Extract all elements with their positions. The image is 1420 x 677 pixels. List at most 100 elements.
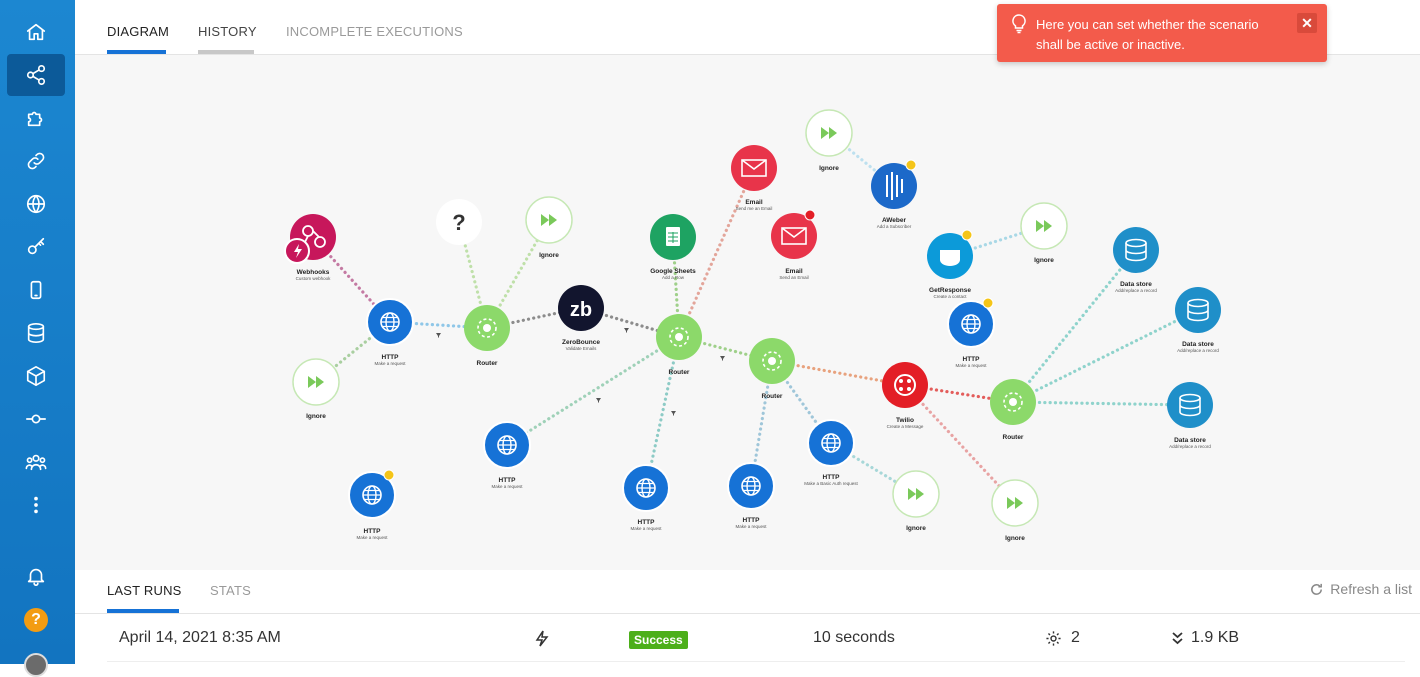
bell-icon bbox=[27, 568, 45, 586]
home-icon bbox=[26, 23, 46, 41]
tab-last-runs-underline bbox=[107, 609, 179, 613]
lightning-icon bbox=[535, 630, 549, 647]
unknown-module[interactable]: ? bbox=[436, 199, 482, 245]
onboarding-toast: Here you can set whether the scenario sh… bbox=[997, 4, 1327, 62]
ignore-label: Ignore bbox=[1005, 535, 1025, 542]
http-module[interactable]: HTTP Make a request bbox=[348, 469, 396, 540]
sidebar-item-data-structures[interactable] bbox=[7, 355, 65, 397]
data-store-module[interactable]: Data store Add/replace a record bbox=[1113, 227, 1159, 293]
zerobounce-module[interactable]: zb ZeroBounce Validate Emails bbox=[558, 285, 604, 351]
google-sheets-module[interactable]: Google Sheets Add a Row bbox=[650, 214, 696, 280]
sidebar-item-webhooks[interactable] bbox=[7, 183, 65, 225]
sidebar-item-team[interactable] bbox=[7, 441, 65, 483]
key-icon bbox=[27, 237, 45, 255]
tab-incomplete-executions[interactable]: INCOMPLETE EXECUTIONS bbox=[286, 24, 463, 39]
tab-stats[interactable]: STATS bbox=[210, 583, 251, 598]
data-store-module[interactable]: Data store Add/replace a record bbox=[1175, 287, 1221, 353]
http-sub: Make a request bbox=[491, 484, 523, 489]
sidebar-item-keys[interactable] bbox=[7, 226, 65, 268]
google-sheets-label: Google Sheets bbox=[650, 268, 696, 275]
getresponse-label: GetResponse bbox=[929, 287, 971, 294]
ignore-module[interactable]: Ignore bbox=[292, 358, 340, 420]
users-icon bbox=[25, 454, 47, 471]
aweber-module[interactable]: AWeber Add a Subscriber bbox=[871, 159, 917, 229]
sidebar-item-connections[interactable] bbox=[7, 140, 65, 182]
http-sub: Make a request bbox=[374, 361, 406, 366]
http-label: HTTP bbox=[638, 519, 656, 526]
webhooks-module[interactable]: Webhooks Custom webhook bbox=[284, 214, 336, 281]
cube-icon bbox=[26, 366, 46, 386]
twilio-module[interactable]: Twilio Create a Message bbox=[882, 362, 928, 429]
tab-last-runs[interactable]: LAST RUNS bbox=[107, 583, 182, 598]
tab-history[interactable]: HISTORY bbox=[198, 24, 257, 39]
sidebar-item-templates[interactable] bbox=[7, 97, 65, 139]
http-sub: Make a request bbox=[630, 526, 662, 531]
http-module[interactable]: HTTP Make a request bbox=[483, 421, 531, 489]
notifications-button[interactable] bbox=[7, 555, 65, 597]
http-label: HTTP bbox=[364, 528, 382, 535]
router-module[interactable]: Router bbox=[990, 379, 1036, 441]
email-module[interactable]: Email Send an Email bbox=[771, 209, 817, 280]
ignore-module[interactable]: Ignore bbox=[892, 470, 940, 532]
ignore-module[interactable]: Ignore bbox=[991, 479, 1039, 542]
router-label: Router bbox=[669, 369, 690, 376]
http-label: HTTP bbox=[963, 356, 981, 363]
sidebar-item-home[interactable] bbox=[7, 11, 65, 53]
data-store-label: Data store bbox=[1120, 281, 1152, 288]
tab-diagram[interactable]: DIAGRAM bbox=[107, 24, 169, 39]
help-button[interactable]: ? bbox=[7, 599, 65, 641]
ignore-module[interactable]: Ignore bbox=[805, 109, 853, 172]
zerobounce-sub: Validate Emails bbox=[566, 346, 597, 351]
link-icon bbox=[27, 152, 45, 170]
ignore-label: Ignore bbox=[906, 525, 926, 532]
gear-icon bbox=[1046, 631, 1061, 646]
getresponse-module[interactable]: GetResponse Create a contact bbox=[927, 229, 973, 299]
scenario-diagram[interactable]: Webhooks Custom webhook HTTP Make a requ… bbox=[75, 55, 1420, 570]
data-store-sub: Add/replace a record bbox=[1115, 288, 1157, 293]
refresh-list-button[interactable]: Refresh a list bbox=[1309, 581, 1412, 597]
question-icon: ? bbox=[452, 210, 465, 235]
http-module[interactable]: HTTP Make a request bbox=[727, 462, 775, 529]
http-sub: Make a request bbox=[735, 524, 767, 529]
zerobounce-label: ZeroBounce bbox=[562, 339, 600, 346]
run-operations: 2 bbox=[1071, 629, 1080, 646]
run-transfer: 1.9 KB bbox=[1191, 629, 1240, 646]
sidebar-item-data-stores[interactable] bbox=[7, 312, 65, 354]
router-module[interactable]: Router bbox=[749, 338, 795, 400]
http-label: HTTP bbox=[499, 477, 517, 484]
router-label: Router bbox=[1003, 434, 1024, 441]
ignore-label: Ignore bbox=[306, 413, 326, 420]
google-sheets-sub: Add a Row bbox=[662, 275, 685, 280]
http-label: HTTP bbox=[823, 474, 841, 481]
data-store-module[interactable]: Data store Add/replace a record bbox=[1167, 382, 1213, 449]
puzzle-icon bbox=[27, 111, 43, 127]
router-module[interactable]: Router bbox=[656, 314, 702, 376]
sidebar-item-more[interactable] bbox=[7, 484, 65, 526]
tab-history-underline bbox=[198, 50, 254, 54]
webhooks-label: Webhooks bbox=[297, 269, 330, 276]
refresh-icon bbox=[1311, 583, 1323, 595]
zerobounce-icon: zb bbox=[570, 299, 592, 321]
sidebar-item-scenarios[interactable] bbox=[7, 54, 65, 96]
table-row[interactable]: April 14, 2021 8:35 AM Success 10 second… bbox=[107, 614, 1405, 662]
http-module[interactable]: HTTP Make a request bbox=[622, 464, 670, 531]
router-module[interactable]: Router bbox=[464, 305, 510, 367]
avatar[interactable] bbox=[24, 653, 48, 677]
transfer-icon bbox=[1172, 632, 1183, 645]
ignore-label: Ignore bbox=[1034, 257, 1054, 264]
data-store-sub: Add/replace a record bbox=[1169, 444, 1211, 449]
sidebar-item-flow-control[interactable] bbox=[7, 398, 65, 440]
http-module[interactable]: HTTP Make a request bbox=[947, 297, 995, 368]
sidebar-item-devices[interactable] bbox=[7, 269, 65, 311]
scenario-canvas[interactable]: Webhooks Custom webhook HTTP Make a requ… bbox=[75, 55, 1420, 570]
http-module[interactable]: HTTP Make a Basic Auth request bbox=[804, 419, 859, 486]
ignore-module[interactable]: Ignore bbox=[1020, 202, 1068, 264]
http-module[interactable]: HTTP Make a request bbox=[366, 298, 414, 366]
toast-message: Here you can set whether the scenario sh… bbox=[1036, 17, 1259, 52]
more-vertical-icon bbox=[34, 496, 38, 514]
toast-close-button[interactable]: ✕ bbox=[1297, 13, 1317, 33]
help-icon: ? bbox=[24, 608, 48, 632]
email-sub: Send me an Email bbox=[736, 206, 773, 211]
commit-icon bbox=[26, 414, 46, 424]
data-store-label: Data store bbox=[1174, 437, 1206, 444]
